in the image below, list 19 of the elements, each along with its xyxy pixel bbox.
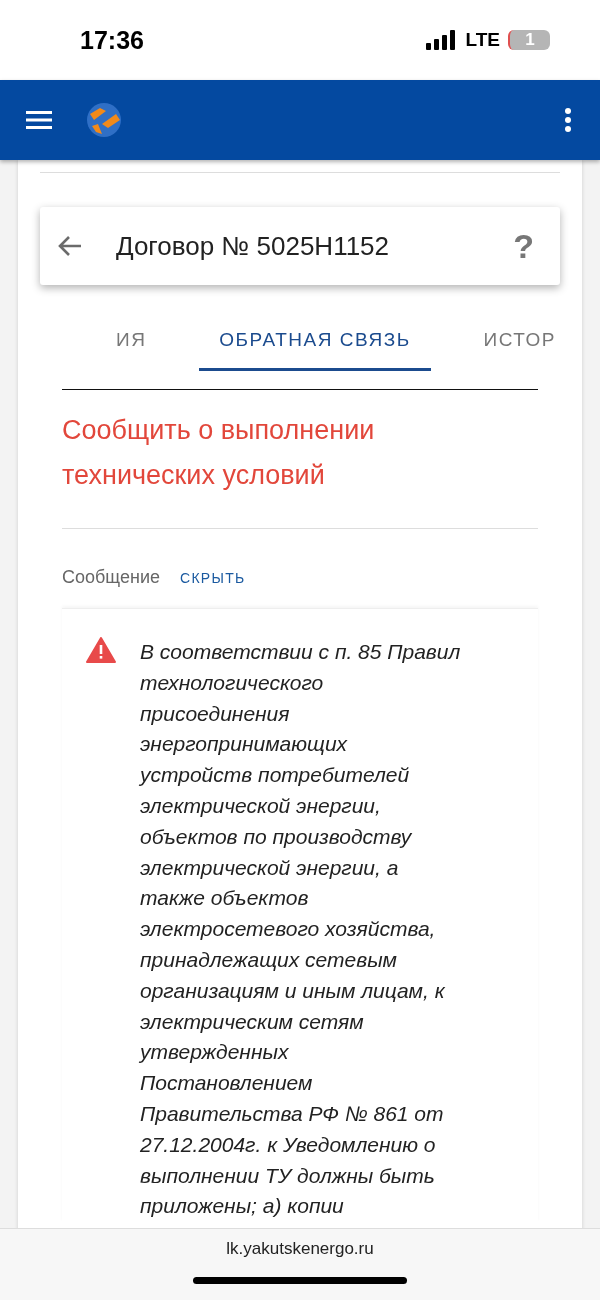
tab[interactable]: ОБРАТНАЯ СВЯЗЬ — [199, 311, 431, 371]
section-heading: Сообщить о выполнении технических условий — [62, 414, 376, 492]
warning-message: В соответствии с п. 85 Правил технологического присоединения энергопринимающих устройств потребителей электрической энергии, объектов по производству электрической энергии, а также объектов электросетевого хозяйства, принадлежащих сетевым организациям и иным лицам, к электрическим сетям утвержденных Постановлением Правительства РФ № 861 от 27.12.2004г. к Уведомлению о выполнении ТУ должны быть приложены; а) копии — [140, 639, 461, 1220]
back-arrow-icon[interactable] — [58, 235, 82, 257]
network-label: LTE — [465, 29, 500, 51]
contract-title: Договор № 5025Н1152 — [116, 230, 391, 262]
menu-icon[interactable] — [26, 110, 52, 130]
help-button[interactable]: ? — [513, 226, 534, 266]
battery-level: 1 — [508, 30, 550, 50]
signal-icon — [425, 30, 458, 50]
url-address[interactable]: lk.yakutskenergo.ru — [226, 1239, 374, 1259]
message-label: Сообщение — [62, 567, 160, 588]
warning-icon — [86, 637, 116, 663]
tab[interactable]: ИЯ — [112, 311, 151, 371]
logo-icon — [86, 102, 122, 138]
more-options-icon[interactable] — [564, 107, 572, 133]
clock-time: 17:36 — [80, 25, 144, 55]
tab[interactable]: ИСТОР — [479, 311, 560, 371]
hide-link[interactable]: СКРЫТЬ — [179, 570, 246, 586]
